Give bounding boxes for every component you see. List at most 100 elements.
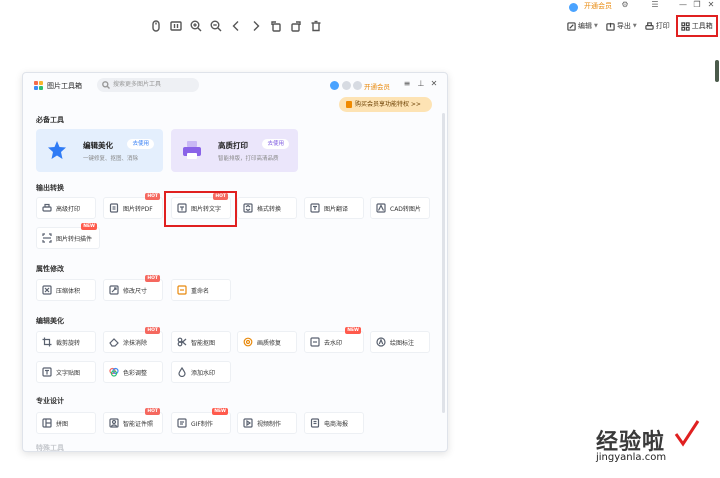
rename-icon (177, 285, 187, 295)
tool-rename[interactable]: 重命名 (171, 279, 231, 301)
tool-label: 去水印 (324, 340, 343, 347)
tool-gif-maker[interactable]: GIF制作 NEW (171, 408, 231, 434)
color-icon (109, 367, 119, 377)
resize-icon (109, 285, 119, 295)
user-avatar[interactable] (330, 81, 339, 90)
user-avatar[interactable] (569, 3, 578, 12)
toolbox-button[interactable]: 工具箱 (675, 15, 718, 37)
open-vip-link[interactable]: 开通会员 (584, 1, 612, 11)
tool-video-maker[interactable]: 视频制作 (237, 412, 297, 434)
grid-icon (681, 21, 690, 31)
close-icon[interactable]: ✕ (705, 0, 717, 9)
printer-icon (183, 141, 201, 159)
promo-label: 购买会员享功能特权 >> (355, 101, 421, 108)
settings-icon[interactable]: ⚙ (620, 0, 630, 9)
tool-draw-annotate[interactable]: 绘图标注 (370, 331, 430, 353)
settings-icon[interactable] (342, 81, 351, 90)
gif-icon (177, 418, 187, 428)
zoom-in-icon[interactable] (188, 18, 204, 34)
card-subtitle: 一键修复、抠图、消除 (83, 156, 139, 162)
magic-wand-icon (48, 141, 66, 159)
card-edit-beautify[interactable]: 编辑美化 一键修复、抠图、消除 去使用 (36, 129, 163, 172)
open-vip-link[interactable]: 开通会员 (364, 81, 390, 91)
actual-size-icon[interactable] (168, 18, 184, 34)
previous-icon[interactable] (228, 18, 244, 34)
page-scrollbar[interactable] (715, 60, 719, 82)
tool-label: 裁剪旋转 (56, 340, 81, 347)
tool-id-photo[interactable]: 智能证件照 HOT (103, 408, 163, 434)
section-title-more: 特殊工具 (36, 444, 64, 452)
tool-label: 修改尺寸 (123, 288, 148, 295)
image-toolbox-panel: 图片工具箱 搜索更多图片工具 开通会员 ≡ ⊥ ✕ 购买会员享功能特权 >> 必… (22, 72, 448, 452)
printer-icon (645, 21, 654, 30)
use-button[interactable]: 去使用 (262, 139, 289, 149)
pin-icon[interactable]: ⊥ (416, 79, 426, 88)
maximize-icon[interactable]: ❐ (691, 0, 703, 9)
rotate-right-icon[interactable] (288, 18, 304, 34)
card-hq-print[interactable]: 高质打印 智能排版，打印高清品质 去使用 (171, 129, 298, 172)
cutout-icon (177, 337, 187, 347)
search-icon (102, 81, 110, 89)
section-title-essential: 必备工具 (36, 116, 64, 124)
new-badge: NEW (212, 408, 228, 415)
edit-button[interactable]: 编辑 ▼ (565, 17, 600, 35)
tool-add-watermark[interactable]: 添加水印 (171, 361, 231, 383)
next-icon[interactable] (248, 18, 264, 34)
menu-icon[interactable]: ≡ (402, 79, 412, 88)
tool-label: 绘图标注 (390, 340, 415, 347)
tool-cad-to-image[interactable]: CAD转图片 (370, 197, 430, 219)
checkmark-icon (674, 420, 700, 447)
search-input[interactable]: 搜索更多图片工具 (97, 78, 199, 92)
skin-icon[interactable] (353, 81, 362, 90)
tool-smart-cutout[interactable]: 智能抠图 (171, 331, 231, 353)
tool-image-translate[interactable]: 图片翻译 (304, 197, 364, 219)
tool-remove-watermark[interactable]: 去水印 NEW (304, 327, 364, 353)
tool-label: GIF制作 (191, 421, 213, 428)
tool-resize[interactable]: 修改尺寸 HOT (103, 275, 163, 301)
scan-icon (42, 233, 52, 243)
print-label: 打印 (655, 22, 670, 30)
close-icon[interactable]: ✕ (429, 79, 439, 88)
id-photo-icon (109, 418, 119, 428)
section-title-attributes: 属性修改 (36, 265, 64, 273)
panel-scrollbar[interactable] (442, 113, 445, 413)
tool-quality-repair[interactable]: 画质修复 (237, 331, 297, 353)
tool-color-adjust[interactable]: 色彩调整 (103, 361, 163, 383)
hot-badge: HOT (145, 327, 160, 334)
print-button[interactable]: 打印 (643, 17, 672, 35)
tool-compress[interactable]: 压缩体积 (36, 279, 96, 301)
menu-icon[interactable]: ☰ (650, 0, 660, 9)
tool-label: 色彩调整 (123, 370, 148, 377)
delete-icon[interactable] (308, 18, 324, 34)
tool-collage[interactable]: 拼图 (36, 412, 96, 434)
card-title: 高质打印 (218, 141, 248, 150)
tool-label: 图片转PDF (123, 206, 153, 213)
tool-label: 添加水印 (191, 370, 216, 377)
tool-ecommerce-poster[interactable]: 电商海报 (304, 412, 364, 434)
pdf-icon (109, 203, 119, 213)
tool-crop-rotate[interactable]: 裁剪旋转 (36, 331, 96, 353)
vip-promo-button[interactable]: 购买会员享功能特权 >> (339, 97, 432, 112)
tool-smear-erase[interactable]: 涂抹消除 HOT (103, 327, 163, 353)
export-button[interactable]: 导出 ▼ (604, 17, 639, 35)
tool-advanced-print[interactable]: 高级打印 (36, 197, 96, 219)
app-logo-icon (34, 81, 43, 90)
edit-label: 编辑 (578, 22, 592, 30)
use-button[interactable]: 去使用 (127, 139, 154, 149)
cad-icon (376, 203, 386, 213)
tool-image-to-pdf[interactable]: 图片转PDF HOT (103, 193, 163, 219)
tool-label: CAD转图片 (390, 206, 421, 213)
tool-label: 拼图 (56, 421, 69, 428)
poster-icon (310, 418, 320, 428)
minimize-icon[interactable]: — (677, 0, 689, 9)
tool-text-sticker[interactable]: 文字贴图 (36, 361, 96, 383)
eraser-icon (109, 337, 119, 347)
zoom-out-icon[interactable] (208, 18, 224, 34)
mouse-icon[interactable] (148, 18, 164, 34)
rotate-left-icon[interactable] (268, 18, 284, 34)
tool-image-to-scan[interactable]: 图片转扫描件 NEW (36, 223, 100, 249)
tool-format-convert[interactable]: 格式转换 (237, 197, 297, 219)
card-subtitle: 智能排版，打印高清品质 (218, 156, 279, 162)
right-toolbar: 编辑 ▼ 导出 ▼ 打印 工具箱 (565, 15, 718, 37)
annotate-icon (376, 337, 386, 347)
